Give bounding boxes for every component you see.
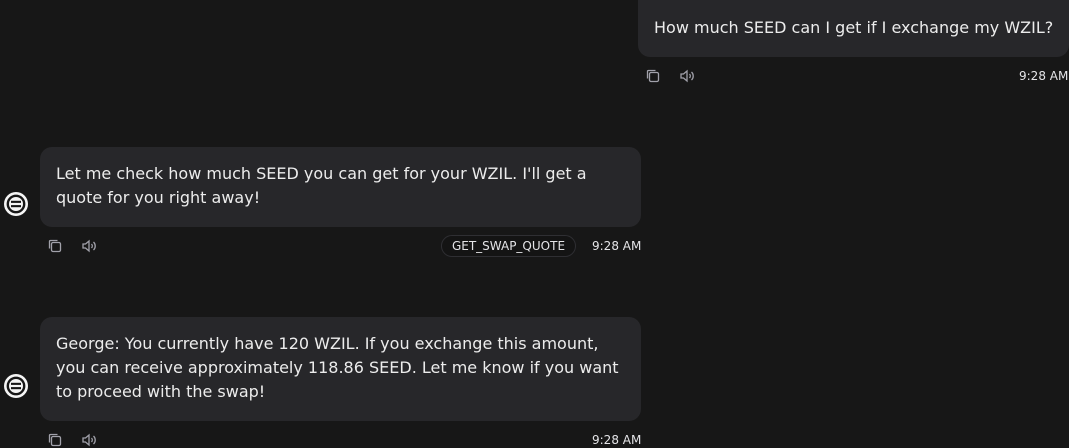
- speaker-icon[interactable]: [678, 67, 696, 85]
- agent-message-timestamp: 9:28 AM: [592, 433, 642, 447]
- action-tag-badge: GET_SWAP_QUOTE: [441, 235, 576, 257]
- user-message-bubble: How much SEED can I get if I exchange my…: [638, 0, 1069, 57]
- agent-avatar: [4, 374, 28, 398]
- user-message-timestamp: 9:28 AM: [1019, 69, 1069, 83]
- agent-message-timestamp: 9:28 AM: [592, 239, 642, 253]
- chat-thread: How much SEED can I get if I exchange my…: [0, 0, 1069, 448]
- copy-icon[interactable]: [46, 237, 64, 255]
- agent-avatar: [4, 192, 28, 216]
- agent-message-bubble: Let me check how much SEED you can get f…: [40, 147, 641, 227]
- user-message-text: How much SEED can I get if I exchange my…: [654, 18, 1054, 37]
- agent-message-bubble: George: You currently have 120 WZIL. If …: [40, 317, 641, 421]
- copy-icon[interactable]: [644, 67, 662, 85]
- agent-message-text: Let me check how much SEED you can get f…: [56, 164, 587, 207]
- speaker-icon[interactable]: [80, 431, 98, 448]
- agent-message-text: George: You currently have 120 WZIL. If …: [56, 334, 619, 401]
- speaker-icon[interactable]: [80, 237, 98, 255]
- copy-icon[interactable]: [46, 431, 64, 448]
